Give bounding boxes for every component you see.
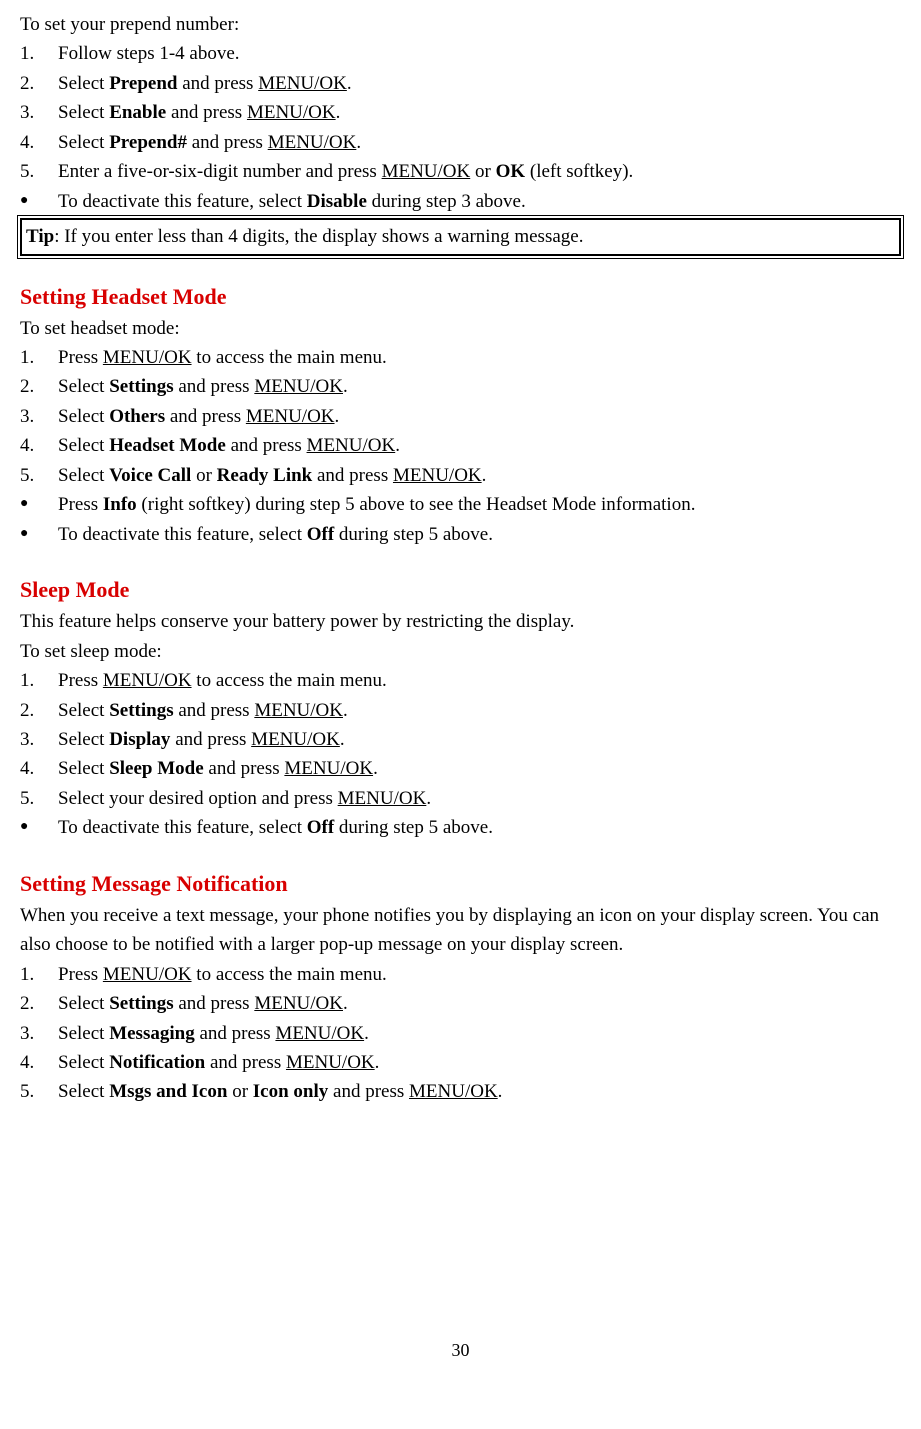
list-item-text: Select Settings and press MENU/OK.: [58, 993, 348, 1014]
sleep-desc: This feature helps conserve your battery…: [20, 607, 901, 636]
list-item-number: 1.: [20, 960, 48, 989]
list-item: 1. Follow steps 1-4 above.: [20, 39, 901, 68]
list-item-text: Select Prepend and press MENU/OK.: [58, 73, 352, 94]
list-item: 5. Select your desired option and press M…: [20, 784, 901, 813]
headset-intro: To set headset mode:: [20, 314, 901, 343]
list-item: 1. Press MENU/OK to access the main menu.: [20, 960, 901, 989]
list-item-number: 3.: [20, 725, 48, 754]
list-item-number: 5.: [20, 784, 48, 813]
list-item-text: Press MENU/OK to access the main menu.: [58, 347, 387, 368]
list-item: 4. Select Headset Mode and press MENU/OK.: [20, 431, 901, 460]
headset-notes: Press Info (right softkey) during step 5…: [20, 490, 901, 549]
list-item-text: Select Voice Call or Ready Link and pres…: [58, 465, 486, 486]
list-item: 5. Select Voice Call or Ready Link and pr…: [20, 461, 901, 490]
list-item-number: 5.: [20, 1077, 48, 1106]
list-item-number: 4.: [20, 431, 48, 460]
list-item: 4. Select Sleep Mode and press MENU/OK.: [20, 754, 901, 783]
list-item-text: Select Prepend# and press MENU/OK.: [58, 132, 361, 153]
bullet-item: To deactivate this feature, select Off d…: [20, 520, 901, 549]
bullet-item: To deactivate this feature, select Off d…: [20, 813, 901, 842]
list-item-text: Select Messaging and press MENU/OK.: [58, 1023, 369, 1044]
list-item-number: 4.: [20, 1048, 48, 1077]
list-item: 5. Select Msgs and Icon or Icon only and …: [20, 1077, 901, 1106]
list-item-text: Select Others and press MENU/OK.: [58, 406, 339, 427]
sleep-title: Sleep Mode: [20, 573, 901, 607]
list-item-text: Select Headset Mode and press MENU/OK.: [58, 435, 400, 456]
prepend-tip-box: Tip: If you enter less than 4 digits, th…: [20, 218, 901, 255]
notif-desc: When you receive a text message, your ph…: [20, 901, 901, 960]
sleep-notes: To deactivate this feature, select Off d…: [20, 813, 901, 842]
bullet-item: Press Info (right softkey) during step 5…: [20, 490, 901, 519]
list-item-number: 2.: [20, 69, 48, 98]
list-item: 2. Select Settings and press MENU/OK.: [20, 696, 901, 725]
list-item: 3. Select Messaging and press MENU/OK.: [20, 1019, 901, 1048]
list-item-text: Select Enable and press MENU/OK.: [58, 102, 340, 123]
list-item-text: Select Settings and press MENU/OK.: [58, 700, 348, 721]
page-number: 30: [20, 1337, 901, 1365]
list-item-text: Select Settings and press MENU/OK.: [58, 376, 348, 397]
list-item-text: Select Notification and press MENU/OK.: [58, 1052, 379, 1073]
list-item: 5. Enter a five-or-six-digit number and p…: [20, 157, 901, 186]
list-item: 4. Select Prepend# and press MENU/OK.: [20, 128, 901, 157]
list-item-number: 3.: [20, 98, 48, 127]
list-item: 4. Select Notification and press MENU/OK.: [20, 1048, 901, 1077]
list-item-text: Select Sleep Mode and press MENU/OK.: [58, 758, 378, 779]
list-item-number: 3.: [20, 402, 48, 431]
list-item-text: Enter a five-or-six-digit number and pre…: [58, 161, 633, 182]
list-item: 2. Select Prepend and press MENU/OK.: [20, 69, 901, 98]
list-item-number: 1.: [20, 39, 48, 68]
list-item-text: Press MENU/OK to access the main menu.: [58, 670, 387, 691]
list-item-number: 2.: [20, 372, 48, 401]
sleep-steps: 1. Press MENU/OK to access the main menu.…: [20, 666, 901, 813]
headset-title: Setting Headset Mode: [20, 280, 901, 314]
list-item: 1. Press MENU/OK to access the main menu.: [20, 666, 901, 695]
list-item: 2. Select Settings and press MENU/OK.: [20, 989, 901, 1018]
list-item-number: 5.: [20, 157, 48, 186]
list-item-number: 3.: [20, 1019, 48, 1048]
list-item: 2. Select Settings and press MENU/OK.: [20, 372, 901, 401]
list-item-number: 4.: [20, 754, 48, 783]
list-item: 3. Select Enable and press MENU/OK.: [20, 98, 901, 127]
prepend-steps: 1. Follow steps 1-4 above. 2. Select Prepen…: [20, 39, 901, 186]
list-item-number: 4.: [20, 128, 48, 157]
list-item-text: Select Display and press MENU/OK.: [58, 729, 345, 750]
list-item-number: 2.: [20, 696, 48, 725]
list-item: 3. Select Others and press MENU/OK.: [20, 402, 901, 431]
headset-steps: 1. Press MENU/OK to access the main menu.…: [20, 343, 901, 490]
list-item-text: Press MENU/OK to access the main menu.: [58, 964, 387, 985]
list-item-number: 1.: [20, 666, 48, 695]
list-item-text: Follow steps 1-4 above.: [58, 43, 240, 64]
list-item-text: Select your desired option and press MEN…: [58, 788, 431, 809]
notif-title: Setting Message Notification: [20, 867, 901, 901]
sleep-intro: To set sleep mode:: [20, 637, 901, 666]
list-item-number: 2.: [20, 989, 48, 1018]
prepend-notes: To deactivate this feature, select Disab…: [20, 187, 901, 216]
list-item-number: 5.: [20, 461, 48, 490]
bullet-item: To deactivate this feature, select Disab…: [20, 187, 901, 216]
list-item: 3. Select Display and press MENU/OK.: [20, 725, 901, 754]
prepend-intro: To set your prepend number:: [20, 10, 901, 39]
list-item: 1. Press MENU/OK to access the main menu.: [20, 343, 901, 372]
list-item-number: 1.: [20, 343, 48, 372]
list-item-text: Select Msgs and Icon or Icon only and pr…: [58, 1081, 502, 1102]
notif-steps: 1. Press MENU/OK to access the main menu.…: [20, 960, 901, 1107]
